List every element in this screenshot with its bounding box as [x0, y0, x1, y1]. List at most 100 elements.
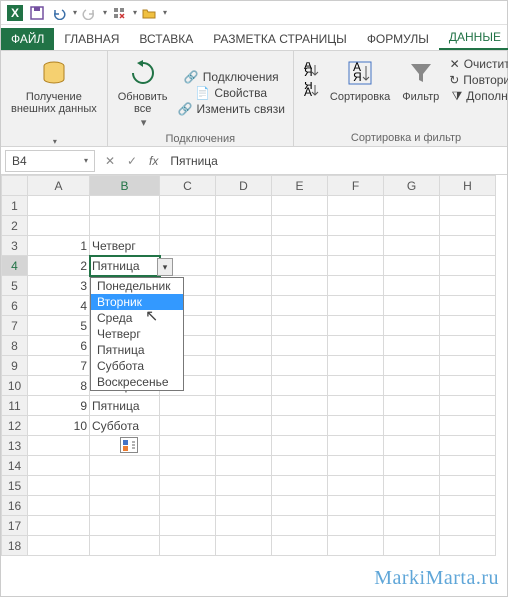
cell[interactable]: 5 — [28, 316, 90, 336]
tab-file[interactable]: ФАЙЛ — [1, 28, 54, 50]
cell[interactable] — [216, 396, 272, 416]
cell[interactable] — [272, 476, 328, 496]
cell[interactable] — [384, 376, 440, 396]
cell[interactable] — [440, 436, 496, 456]
row-header[interactable]: 15 — [2, 476, 28, 496]
select-all-cell[interactable] — [2, 176, 28, 196]
cell[interactable] — [90, 196, 160, 216]
cell[interactable] — [440, 376, 496, 396]
redo-dropdown-icon[interactable]: ▾ — [103, 8, 107, 17]
cell[interactable] — [440, 316, 496, 336]
cell[interactable] — [216, 516, 272, 536]
touch-dropdown-icon[interactable]: ▾ — [133, 8, 137, 17]
cell[interactable] — [272, 356, 328, 376]
cell[interactable] — [272, 516, 328, 536]
cell[interactable] — [328, 376, 384, 396]
row-header[interactable]: 6 — [2, 296, 28, 316]
cell[interactable] — [328, 296, 384, 316]
cell[interactable]: 6 — [28, 336, 90, 356]
row-header[interactable]: 1 — [2, 196, 28, 216]
cell[interactable] — [216, 316, 272, 336]
cell[interactable] — [272, 296, 328, 316]
qat-customize-icon[interactable]: ▾ — [163, 8, 167, 17]
cell[interactable] — [160, 476, 216, 496]
cell[interactable] — [272, 396, 328, 416]
cell[interactable] — [28, 536, 90, 556]
cell[interactable]: Четверг — [90, 236, 160, 256]
cell[interactable] — [384, 336, 440, 356]
cell[interactable] — [272, 196, 328, 216]
dropdown-item[interactable]: Воскресенье — [91, 374, 183, 390]
cell[interactable] — [272, 316, 328, 336]
cell[interactable] — [272, 216, 328, 236]
cell[interactable] — [440, 236, 496, 256]
cell[interactable] — [328, 396, 384, 416]
cell[interactable] — [328, 316, 384, 336]
tab-home[interactable]: ГЛАВНАЯ — [54, 28, 129, 50]
tab-formulas[interactable]: ФОРМУЛЫ — [357, 28, 439, 50]
sort-desc-button[interactable]: ЯА — [300, 81, 322, 99]
cell[interactable] — [216, 376, 272, 396]
cell[interactable] — [328, 496, 384, 516]
cell[interactable] — [160, 396, 216, 416]
cell[interactable]: 1 — [28, 236, 90, 256]
row-header[interactable]: 5 — [2, 276, 28, 296]
cell[interactable] — [384, 236, 440, 256]
row-header[interactable]: 18 — [2, 536, 28, 556]
cell[interactable] — [272, 436, 328, 456]
cell[interactable] — [384, 536, 440, 556]
cell[interactable] — [384, 256, 440, 276]
cell-dropdown-icon[interactable]: ▾ — [157, 258, 173, 276]
row-header[interactable]: 2 — [2, 216, 28, 236]
cell[interactable] — [384, 416, 440, 436]
cell[interactable] — [272, 456, 328, 476]
touch-mode-icon[interactable] — [109, 3, 129, 23]
cell[interactable]: 7 — [28, 356, 90, 376]
undo-dropdown-icon[interactable]: ▾ — [73, 8, 77, 17]
column-header[interactable]: C — [160, 176, 216, 196]
cell[interactable] — [328, 416, 384, 436]
cell[interactable] — [216, 256, 272, 276]
refresh-all-button[interactable]: Обновить все▾ — [114, 55, 172, 131]
column-header[interactable]: E — [272, 176, 328, 196]
cell[interactable] — [384, 396, 440, 416]
tab-layout[interactable]: РАЗМЕТКА СТРАНИЦЫ — [203, 28, 357, 50]
cell[interactable] — [440, 496, 496, 516]
cell[interactable] — [440, 476, 496, 496]
row-header[interactable]: 17 — [2, 516, 28, 536]
cell[interactable] — [90, 536, 160, 556]
cell[interactable] — [440, 356, 496, 376]
cell[interactable] — [216, 456, 272, 476]
cell[interactable] — [216, 536, 272, 556]
cell[interactable] — [328, 436, 384, 456]
cell[interactable] — [28, 216, 90, 236]
row-header[interactable]: 14 — [2, 456, 28, 476]
cell[interactable]: 3 — [28, 276, 90, 296]
cell[interactable] — [384, 196, 440, 216]
undo-icon[interactable] — [49, 3, 69, 23]
save-icon[interactable] — [27, 3, 47, 23]
cell[interactable] — [28, 516, 90, 536]
cell[interactable] — [216, 216, 272, 236]
dropdown-item[interactable]: Среда — [91, 310, 183, 326]
cell[interactable] — [216, 236, 272, 256]
column-header[interactable]: A — [28, 176, 90, 196]
cell[interactable] — [28, 476, 90, 496]
sort-asc-button[interactable]: АЯ — [300, 61, 322, 79]
cell[interactable] — [384, 516, 440, 536]
tab-data[interactable]: ДАННЫЕ — [439, 26, 508, 50]
name-box[interactable]: B4▾ — [5, 150, 95, 172]
autofill-options-icon[interactable] — [120, 437, 138, 453]
cell[interactable] — [328, 236, 384, 256]
cell[interactable] — [160, 216, 216, 236]
cell[interactable] — [440, 536, 496, 556]
cell[interactable] — [328, 216, 384, 236]
cell[interactable] — [440, 396, 496, 416]
cell[interactable] — [216, 356, 272, 376]
cell[interactable] — [328, 476, 384, 496]
cell[interactable] — [28, 496, 90, 516]
cell[interactable] — [90, 456, 160, 476]
cell[interactable] — [328, 356, 384, 376]
cell[interactable]: 8 — [28, 376, 90, 396]
cell[interactable] — [216, 276, 272, 296]
